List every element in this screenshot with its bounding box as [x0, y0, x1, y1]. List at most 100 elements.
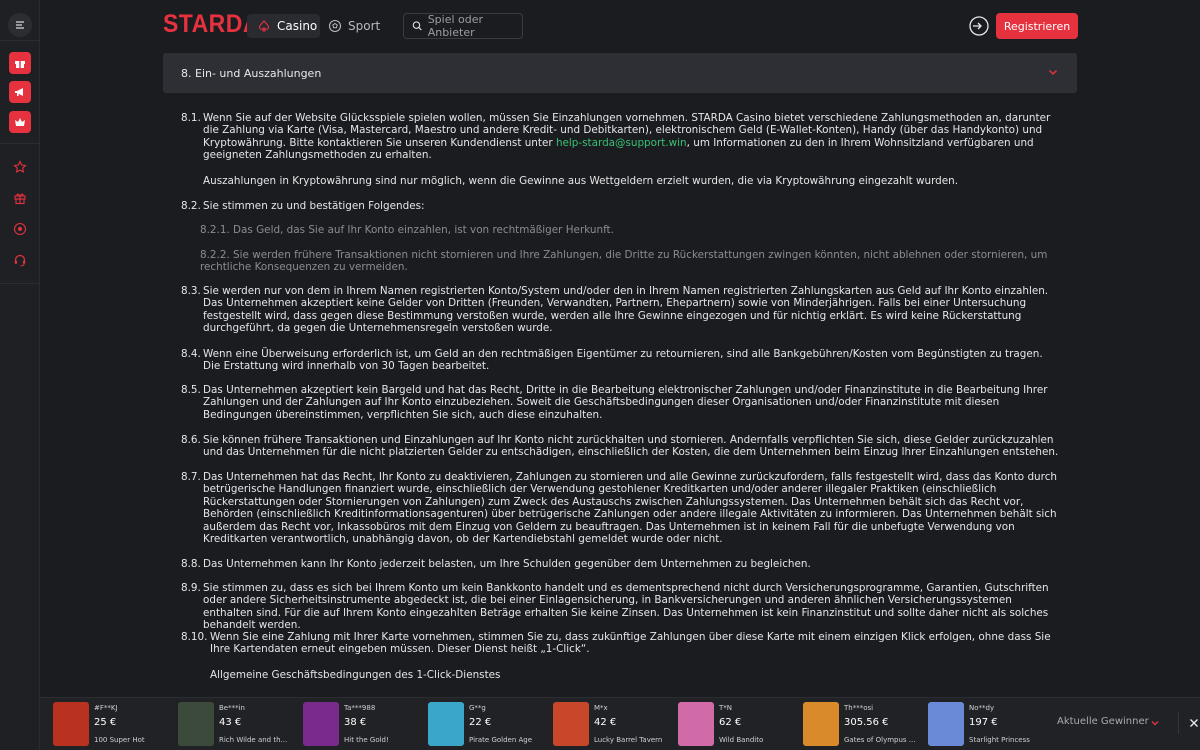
winner-name: T*N: [719, 704, 733, 712]
rail-divider: [0, 143, 40, 144]
term-8-7: 8.7. Das Unternehmen hat das Recht, Ihr …: [181, 471, 1061, 545]
term-text: Das Unternehmen hat das Recht, Ihr Konto…: [203, 471, 1057, 546]
winner-amount: 42 €: [594, 717, 617, 728]
winner-card[interactable]: T*N 62 € Wild Bandito: [678, 702, 798, 748]
term-number: 8.6.: [181, 434, 201, 446]
game-thumbnail[interactable]: [928, 702, 964, 746]
megaphone-icon[interactable]: [9, 81, 31, 103]
term-number: 8.8.: [181, 558, 201, 570]
winner-name: G**g: [469, 704, 486, 712]
term-8-10-heading: Allgemeine Geschäftsbedingungen des 1-Cl…: [181, 669, 1061, 681]
left-rail: [0, 0, 40, 750]
recent-winners-label[interactable]: Aktuelle Gewinner: [1057, 716, 1149, 727]
term-number: 8.10.: [181, 631, 208, 643]
top-header: STARDA Casino Sport Spiel oder Anbieter …: [40, 0, 1200, 52]
term-number: 8.4.: [181, 348, 201, 360]
term-8-2-1: 8.2.1. Das Geld, das Sie auf Ihr Konto e…: [200, 224, 1070, 236]
term-text: Sie werden nur von dem in Ihrem Namen re…: [203, 285, 1049, 335]
term-8-9: 8.9. Sie stimmen zu, dass es sich bei Ih…: [181, 582, 1061, 632]
game-thumbnail[interactable]: [53, 702, 89, 746]
rail-divider: [0, 283, 40, 284]
game-thumbnail[interactable]: [553, 702, 589, 746]
chevron-down-icon[interactable]: [1150, 718, 1160, 728]
close-icon: [1189, 719, 1198, 727]
game-thumbnail[interactable]: [678, 702, 714, 746]
winner-card[interactable]: Th***osi 305.56 € Gates of Olympus ...: [803, 702, 923, 748]
crown-icon[interactable]: [9, 111, 31, 133]
tab-sport-label: Sport: [348, 19, 381, 33]
term-text: Sie stimmen zu und bestätigen Folgendes:: [203, 200, 425, 212]
term-8-2-2: 8.2.2. Sie werden frühere Transaktionen …: [200, 249, 1070, 274]
casino-spade-icon: [258, 20, 270, 32]
winner-card[interactable]: No**dy 197 € Starlight Princess: [928, 702, 1048, 748]
game-title: Wild Bandito: [719, 736, 764, 744]
winner-amount: 197 €: [969, 717, 998, 728]
term-8-1-note: Auszahlungen in Kryptowährung sind nur m…: [181, 175, 1061, 187]
menu-icon[interactable]: [8, 13, 32, 37]
recent-winners-bar: #F**KJ 25 € 100 Super Hot Be***in 43 € Rich W…: [40, 697, 1200, 750]
term-text: Das Unternehmen akzeptiert kein Bargeld …: [203, 384, 1048, 421]
term-8-10: 8.10. Wenn Sie eine Zahlung mit Ihrer Ka…: [181, 631, 1061, 656]
game-thumbnail[interactable]: [178, 702, 214, 746]
term-8-4: 8.4. Wenn eine Überweisung erforderlich …: [181, 348, 1061, 373]
term-8-6: 8.6. Sie können frühere Transaktionen un…: [181, 434, 1061, 459]
game-thumbnail[interactable]: [803, 702, 839, 746]
term-8-3: 8.3. Sie werden nur von dem in Ihrem Nam…: [181, 285, 1061, 335]
term-text: Sie können frühere Transaktionen und Ein…: [203, 434, 1059, 459]
tab-casino[interactable]: Casino: [247, 14, 320, 38]
tab-casino-label: Casino: [277, 19, 318, 33]
winner-card[interactable]: #F**KJ 25 € 100 Super Hot: [53, 702, 173, 748]
brand-logo[interactable]: STARDA: [163, 10, 260, 39]
tab-sport[interactable]: Sport: [328, 14, 380, 38]
term-number: 8.9.: [181, 582, 201, 594]
soccer-ball-icon: [328, 19, 342, 33]
gift-outline-icon[interactable]: [8, 186, 32, 210]
game-title: Gates of Olympus ...: [844, 736, 916, 744]
winner-card[interactable]: Ta***988 38 € Hit the Gold!: [303, 702, 423, 748]
game-title: Hit the Gold!: [344, 736, 389, 744]
search-input[interactable]: Spiel oder Anbieter: [403, 13, 523, 39]
winner-name: Th***osi: [844, 704, 874, 712]
winner-name: Ta***988: [344, 704, 376, 712]
game-thumbnail[interactable]: [303, 702, 339, 746]
rail-divider: [0, 40, 40, 41]
winner-amount: 305.56 €: [844, 717, 889, 728]
star-icon[interactable]: [8, 155, 32, 179]
winner-name: M*x: [594, 704, 608, 712]
term-number: 8.7.: [181, 471, 201, 483]
term-number: 8.3.: [181, 285, 201, 297]
term-text: Wenn Sie auf der Website Glücksspiele sp…: [203, 112, 1061, 162]
soccer-ball-icon[interactable]: [8, 217, 32, 241]
login-icon[interactable]: [968, 15, 990, 37]
winner-amount: 38 €: [344, 717, 367, 728]
winner-card[interactable]: Be***in 43 € Rich Wilde and th...: [178, 702, 298, 748]
search-icon: [412, 21, 422, 31]
support-email-link[interactable]: help-starda@support.win: [556, 137, 687, 149]
term-number: 8.2.: [181, 200, 201, 212]
winner-name: No**dy: [969, 704, 995, 712]
game-title: Rich Wilde and th...: [219, 736, 288, 744]
winner-amount: 22 €: [469, 717, 492, 728]
term-text: Sie stimmen zu, dass es sich bei Ihrem K…: [203, 582, 1049, 632]
winner-amount: 62 €: [719, 717, 742, 728]
winner-name: Be***in: [219, 704, 245, 712]
term-number: 8.1.: [181, 112, 201, 124]
gift-icon[interactable]: [9, 52, 31, 74]
game-title: Pirate Golden Age: [469, 736, 533, 744]
game-title: 100 Super Hot: [94, 736, 145, 744]
winner-card[interactable]: M*x 42 € Lucky Barrel Tavern: [553, 702, 673, 748]
accordion-header[interactable]: 8. Ein- und Auszahlungen: [163, 53, 1077, 93]
game-title: Starlight Princess: [969, 736, 1030, 744]
section-title: 8. Ein- und Auszahlungen: [181, 66, 322, 80]
search-placeholder: Spiel oder Anbieter: [427, 13, 484, 39]
close-button[interactable]: [1178, 712, 1200, 734]
term-text: Auszahlungen in Kryptowährung sind nur m…: [203, 175, 959, 187]
winner-amount: 43 €: [219, 717, 242, 728]
register-button[interactable]: Registrieren: [996, 13, 1078, 39]
winner-name: #F**KJ: [94, 704, 118, 712]
term-8-2: 8.2. Sie stimmen zu und bestätigen Folge…: [181, 200, 1061, 212]
support-headset-icon[interactable]: [8, 248, 32, 272]
game-thumbnail[interactable]: [428, 702, 464, 746]
winner-card[interactable]: G**g 22 € Pirate Golden Age: [428, 702, 548, 748]
term-text: Das Unternehmen kann Ihr Konto jederzeit…: [203, 558, 811, 570]
